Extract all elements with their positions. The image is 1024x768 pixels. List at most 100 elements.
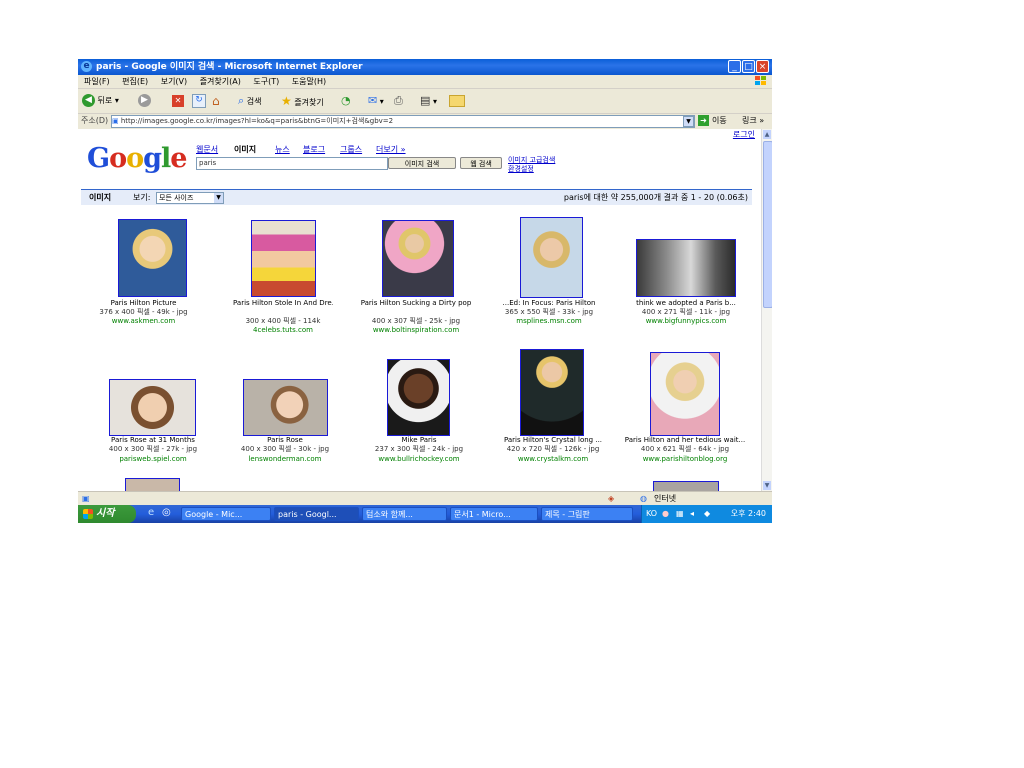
google-logo[interactable]: Google (87, 143, 187, 175)
result-title[interactable]: think we adopted a Paris b... (624, 299, 748, 308)
web-search-button[interactable]: 웹 검색 (460, 157, 502, 169)
nav-web[interactable]: 웹문서 (196, 144, 218, 155)
address-input[interactable]: ▣ http://images.google.co.kr/images?hl=k… (111, 115, 695, 128)
result-site[interactable]: www.bullrichockey.com (362, 455, 476, 464)
scrollbar-thumb[interactable] (763, 141, 772, 308)
menu-tools[interactable]: 도구(T) (253, 77, 279, 86)
page-icon: ▣ (112, 117, 121, 125)
result-thumbnail[interactable] (650, 352, 720, 436)
preferences-link[interactable]: 환경설정 (508, 164, 534, 174)
login-link[interactable]: 로그인 (733, 129, 755, 140)
tray-network-icon[interactable]: ▦ (676, 505, 684, 523)
stop-icon: ✕ (172, 94, 184, 107)
result-title[interactable]: Paris Rose (230, 436, 340, 445)
nav-news[interactable]: 뉴스 (275, 144, 290, 155)
result-thumbnail[interactable] (653, 481, 719, 491)
image-search-button[interactable]: 이미지 검색 (388, 157, 456, 169)
edit-button[interactable]: ▤ ▾ (420, 93, 437, 109)
print-button[interactable]: ⎙ (394, 93, 403, 109)
search-input[interactable]: paris (196, 157, 388, 170)
chevron-down-icon: ▼ (214, 193, 223, 203)
language-indicator[interactable]: KO (646, 505, 657, 523)
result-site[interactable]: www.parishiltonblog.org (618, 455, 752, 464)
task-word-doc[interactable]: 문서1 - Micro... (450, 507, 538, 521)
links-button[interactable]: 링크 » (742, 114, 764, 128)
task-third[interactable]: 텀소와 함께... (362, 507, 447, 521)
result-site[interactable]: www.askmen.com (96, 317, 191, 326)
nav-blogs[interactable]: 블로그 (303, 144, 325, 155)
nav-more[interactable]: 더보기 » (376, 144, 406, 155)
result-site[interactable]: lenswonderman.com (230, 455, 340, 464)
go-arrow-icon[interactable]: ➜ (698, 115, 709, 126)
quick-launch-desktop-icon[interactable]: ◎ (162, 507, 171, 518)
menu-favorites[interactable]: 즐겨찾기(A) (200, 77, 241, 86)
favorites-button[interactable]: ★ 즐겨찾기 (281, 93, 324, 109)
maximize-button[interactable]: □ (742, 60, 755, 73)
result-item: Mike Paris 237 x 300 픽셀 - 24k - jpg www.… (374, 347, 464, 463)
result-thumbnail[interactable] (520, 217, 583, 298)
result-thumbnail[interactable] (387, 359, 450, 436)
result-site[interactable]: msplines.msn.com (494, 317, 604, 326)
scroll-down-icon[interactable]: ▼ (763, 481, 771, 490)
search-button[interactable]: ⌕ 검색 (238, 93, 261, 109)
size-select[interactable]: 모든 사이즈 ▼ (156, 192, 224, 204)
task-paris-google[interactable]: paris - Googl... (274, 507, 359, 521)
home-icon: ⌂ (212, 94, 220, 108)
refresh-icon: ↻ (192, 93, 206, 108)
result-thumbnail[interactable] (243, 379, 328, 436)
results-count: paris에 대한 약 255,000개 결과 중 1 - 20 (0.06초) (563, 193, 748, 202)
search-label: 검색 (246, 97, 262, 106)
forward-button[interactable]: ▶ (138, 93, 151, 109)
size-select-value: 모든 사이즈 (159, 194, 194, 202)
result-thumbnail[interactable] (382, 220, 454, 297)
task-google-mic[interactable]: Google - Mic... (181, 507, 271, 521)
stop-button[interactable]: ✕ (172, 93, 184, 109)
result-thumbnail[interactable] (520, 349, 584, 436)
menu-view[interactable]: 보기(V) (161, 77, 187, 86)
window-title: paris - Google 이미지 검색 - Microsoft Intern… (96, 62, 363, 72)
result-thumbnail[interactable] (636, 239, 736, 297)
result-site[interactable]: www.crystalkm.com (492, 455, 614, 464)
task-paint[interactable]: 제목 - 그림판 (541, 507, 633, 521)
tray-update-icon[interactable]: ◆ (704, 505, 710, 523)
result-thumbnail[interactable] (251, 220, 316, 297)
tray-shield-icon[interactable]: ● (662, 505, 669, 523)
result-title[interactable]: Paris Hilton's Crystal long ... (492, 436, 614, 445)
window-titlebar[interactable]: e paris - Google 이미지 검색 - Microsoft Inte… (78, 59, 772, 75)
result-site[interactable]: www.boltinspiration.com (356, 326, 476, 335)
result-site[interactable]: parisweb.spiel.com (98, 455, 208, 464)
result-thumbnail[interactable] (109, 379, 196, 436)
refresh-button[interactable]: ↻ (192, 93, 206, 109)
back-button[interactable]: ◀ 뒤로 ▾ (82, 93, 119, 109)
result-site[interactable]: www.bigfunnypics.com (624, 317, 748, 326)
mail-button[interactable]: ✉ ▾ (368, 93, 384, 109)
result-title[interactable]: Paris Hilton Picture (96, 299, 191, 308)
close-button[interactable]: × (756, 60, 769, 73)
result-title[interactable]: Paris Rose at 31 Months (98, 436, 208, 445)
result-title[interactable]: Mike Paris (362, 436, 476, 445)
home-button[interactable]: ⌂ (212, 93, 220, 109)
scroll-up-icon[interactable]: ▲ (763, 130, 771, 139)
result-title[interactable]: Paris Hilton and her tedious wait... (618, 436, 752, 445)
menu-file[interactable]: 파일(F) (84, 77, 110, 86)
start-button[interactable]: 시작 (78, 505, 136, 523)
result-dims: 400 x 300 픽셀 - 30k - jpg (240, 445, 330, 453)
menu-help[interactable]: 도움말(H) (292, 77, 326, 86)
result-site[interactable]: 4celebs.tuts.com (233, 326, 333, 335)
result-title[interactable]: ...Ed: In Focus: Paris Hilton (494, 299, 604, 308)
vertical-scrollbar[interactable]: ▲ ▼ (761, 129, 772, 491)
tray-volume-icon[interactable]: ◂ (690, 505, 694, 523)
nav-groups[interactable]: 그룹스 (340, 144, 362, 155)
folder-button[interactable] (449, 93, 465, 109)
quick-launch-ie-icon[interactable]: e (148, 507, 154, 518)
go-button[interactable]: 이동 (712, 114, 727, 128)
result-thumbnail[interactable] (125, 478, 180, 491)
history-button[interactable]: ◔ (341, 93, 351, 109)
result-title[interactable]: Paris Hilton Stole In And Dre... (233, 299, 333, 308)
result-title[interactable]: Paris Hilton Sucking a Dirty pop (356, 299, 476, 308)
minimize-button[interactable]: _ (728, 60, 741, 73)
menu-edit[interactable]: 편집(E) (122, 77, 148, 86)
address-dropdown-icon[interactable]: ▼ (683, 116, 694, 127)
result-thumbnail[interactable] (118, 219, 187, 297)
result-dims: 376 x 400 픽셀 - 49k - jpg (99, 308, 188, 316)
